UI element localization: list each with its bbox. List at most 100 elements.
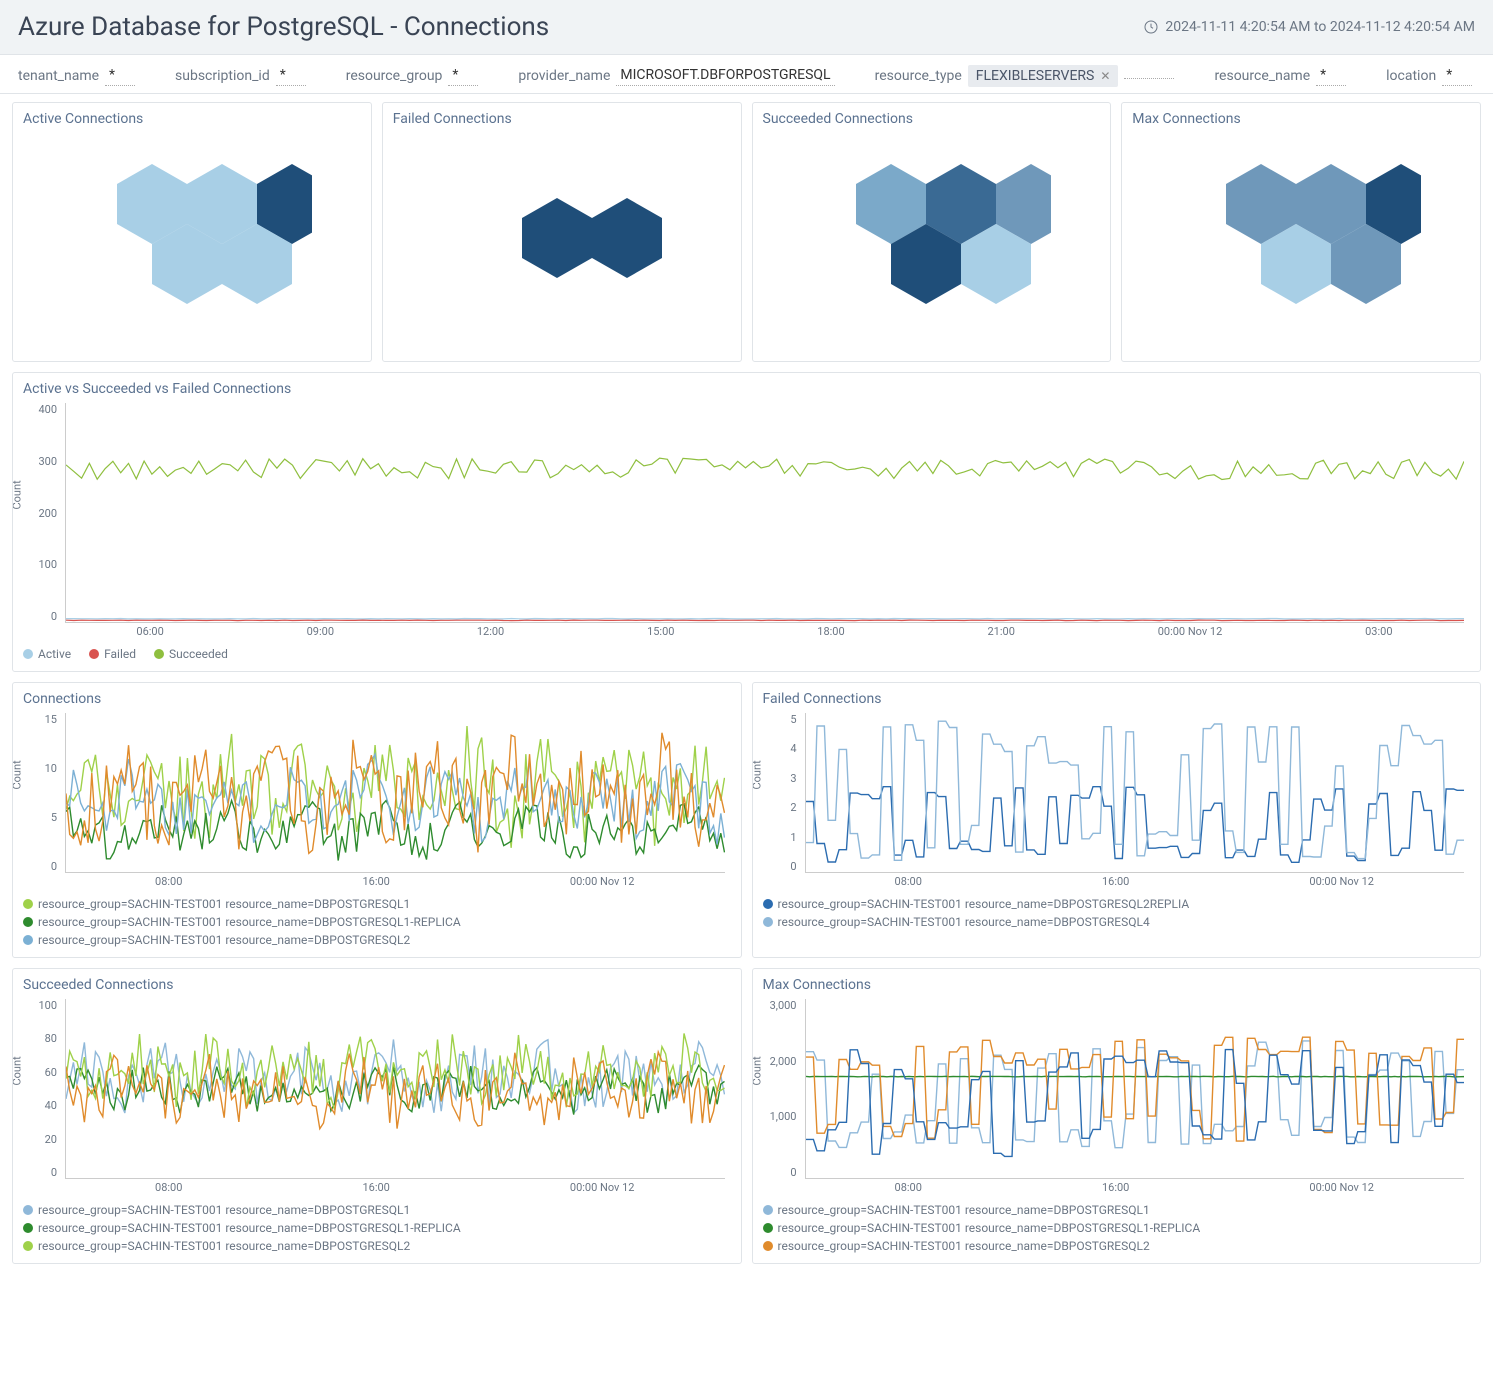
panel-active-connections[interactable]: Active Connections <box>12 102 372 362</box>
chart-legend: resource_group=SACHIN-TEST001 resource_n… <box>23 897 731 947</box>
legend-label: resource_group=SACHIN-TEST001 resource_n… <box>778 1239 1150 1253</box>
plot-area[interactable] <box>805 999 1465 1179</box>
clock-icon <box>1143 19 1159 35</box>
hexgrid-icon <box>1181 143 1421 313</box>
x-axis: 08:0016:0000:00 Nov 12 <box>65 875 725 893</box>
legend-item[interactable]: resource_group=SACHIN-TEST001 resource_n… <box>23 1239 731 1253</box>
panel-title: Connections <box>23 691 731 707</box>
filter-value[interactable]: * <box>1442 65 1472 86</box>
chart-legend: Active Failed Succeeded <box>23 647 1470 661</box>
y-axis: 543210 <box>763 713 801 873</box>
filter-resource-type[interactable]: resource_type FLEXIBLESERVERS ✕ <box>875 65 1175 87</box>
panel-succeeded-connections-chart[interactable]: Succeeded Connections Count 100806040200… <box>12 968 742 1264</box>
filter-value[interactable]: * <box>276 65 306 86</box>
plot-area[interactable] <box>65 403 1464 623</box>
legend-label: resource_group=SACHIN-TEST001 resource_n… <box>38 915 461 929</box>
dashboard-header: Azure Database for PostgreSQL - Connecti… <box>0 0 1493 55</box>
filter-resource-name[interactable]: resource_name * <box>1214 65 1346 86</box>
legend-item[interactable]: resource_group=SACHIN-TEST001 resource_n… <box>23 897 731 911</box>
hex-chart <box>1132 133 1470 323</box>
chart-legend: resource_group=SACHIN-TEST001 resource_n… <box>763 897 1471 929</box>
legend-item[interactable]: resource_group=SACHIN-TEST001 resource_n… <box>763 1221 1471 1235</box>
panel-max-connections[interactable]: Max Connections <box>1121 102 1481 362</box>
y-axis-label: Count <box>12 480 24 509</box>
close-icon[interactable]: ✕ <box>1100 69 1110 83</box>
legend-item[interactable]: resource_group=SACHIN-TEST001 resource_n… <box>23 1203 731 1217</box>
panel-title: Succeeded Connections <box>763 111 1101 127</box>
page-title: Azure Database for PostgreSQL - Connecti… <box>18 12 549 42</box>
panel-title: Active Connections <box>23 111 361 127</box>
filter-value[interactable]: * <box>1316 65 1346 86</box>
legend-dot-icon <box>89 649 99 659</box>
panel-title: Max Connections <box>1132 111 1470 127</box>
panel-title: Failed Connections <box>393 111 731 127</box>
y-axis: 151050 <box>23 713 61 873</box>
panel-failed-connections-chart[interactable]: Failed Connections Count 543210 08:0016:… <box>752 682 1482 958</box>
chart-legend: resource_group=SACHIN-TEST001 resource_n… <box>23 1203 731 1253</box>
legend-label: Failed <box>104 647 136 661</box>
y-axis: 3,0002,0001,0000 <box>763 999 801 1179</box>
filter-provider-name[interactable]: provider_name MICROSOFT.DBFORPOSTGRESQL <box>518 65 834 86</box>
chart-area: Count 4003002001000 06:0009:0012:0015:00… <box>23 403 1470 643</box>
filter-value[interactable]: * <box>448 65 478 86</box>
legend-item[interactable]: Succeeded <box>154 647 228 661</box>
legend-item[interactable]: Active <box>23 647 71 661</box>
y-axis: 100806040200 <box>23 999 61 1179</box>
legend-item[interactable]: Failed <box>89 647 136 661</box>
chart-area: Count 3,0002,0001,0000 08:0016:0000:00 N… <box>763 999 1471 1199</box>
legend-label: resource_group=SACHIN-TEST001 resource_n… <box>38 1221 461 1235</box>
chip-text: FLEXIBLESERVERS <box>976 68 1095 84</box>
panel-title: Failed Connections <box>763 691 1471 707</box>
time-range-text: 2024-11-11 4:20:54 AM to 2024-11-12 4:20… <box>1165 19 1475 35</box>
panel-connections[interactable]: Connections Count 151050 08:0016:0000:00… <box>12 682 742 958</box>
filter-value[interactable]: * <box>105 65 135 86</box>
plot-area[interactable] <box>805 713 1465 873</box>
time-range[interactable]: 2024-11-11 4:20:54 AM to 2024-11-12 4:20… <box>1143 19 1475 35</box>
legend-label: resource_group=SACHIN-TEST001 resource_n… <box>778 915 1150 929</box>
legend-dot-icon <box>23 1241 33 1251</box>
legend-dot-icon <box>763 1241 773 1251</box>
legend-dot-icon <box>763 1223 773 1233</box>
x-axis: 08:0016:0000:00 Nov 12 <box>65 1181 725 1199</box>
filter-location[interactable]: location * <box>1386 65 1472 86</box>
legend-item[interactable]: resource_group=SACHIN-TEST001 resource_n… <box>763 897 1471 911</box>
legend-item[interactable]: resource_group=SACHIN-TEST001 resource_n… <box>23 1221 731 1235</box>
hexgrid-icon <box>72 143 312 313</box>
legend-item[interactable]: resource_group=SACHIN-TEST001 resource_n… <box>763 915 1471 929</box>
panel-active-vs-succeeded-vs-failed[interactable]: Active vs Succeeded vs Failed Connection… <box>12 372 1481 672</box>
filter-extra-input[interactable] <box>1124 74 1174 79</box>
legend-dot-icon <box>23 649 33 659</box>
filter-tenant-name[interactable]: tenant_name * <box>18 65 135 86</box>
legend-item[interactable]: resource_group=SACHIN-TEST001 resource_n… <box>763 1203 1471 1217</box>
x-axis: 08:0016:0000:00 Nov 12 <box>805 875 1465 893</box>
legend-label: resource_group=SACHIN-TEST001 resource_n… <box>778 1221 1201 1235</box>
dashboard-body: Active Connections <box>0 94 1493 1282</box>
legend-label: resource_group=SACHIN-TEST001 resource_n… <box>38 933 410 947</box>
filter-value[interactable]: MICROSOFT.DBFORPOSTGRESQL <box>616 65 834 86</box>
filter-subscription-id[interactable]: subscription_id * <box>175 65 306 86</box>
chart-area: Count 543210 08:0016:0000:00 Nov 12 <box>763 713 1471 893</box>
hex-chart <box>763 133 1101 323</box>
legend-label: resource_group=SACHIN-TEST001 resource_n… <box>38 897 410 911</box>
hex-chart <box>23 133 361 323</box>
panel-succeeded-connections[interactable]: Succeeded Connections <box>752 102 1112 362</box>
plot-area[interactable] <box>65 999 725 1179</box>
legend-label: Active <box>38 647 71 661</box>
legend-item[interactable]: resource_group=SACHIN-TEST001 resource_n… <box>23 933 731 947</box>
legend-label: resource_group=SACHIN-TEST001 resource_n… <box>778 1203 1150 1217</box>
panel-failed-connections[interactable]: Failed Connections <box>382 102 742 362</box>
filter-label: subscription_id <box>175 68 270 84</box>
hex-row: Active Connections <box>12 102 1481 362</box>
filter-chip[interactable]: FLEXIBLESERVERS ✕ <box>968 65 1119 87</box>
panel-max-connections-chart[interactable]: Max Connections Count 3,0002,0001,0000 0… <box>752 968 1482 1264</box>
legend-dot-icon <box>763 1205 773 1215</box>
y-axis-label: Count <box>12 1056 24 1085</box>
legend-dot-icon <box>154 649 164 659</box>
plot-area[interactable] <box>65 713 725 873</box>
filter-label: provider_name <box>518 68 610 84</box>
legend-item[interactable]: resource_group=SACHIN-TEST001 resource_n… <box>23 915 731 929</box>
x-axis: 06:0009:0012:0015:0018:0021:0000:00 Nov … <box>65 625 1464 643</box>
legend-label: resource_group=SACHIN-TEST001 resource_n… <box>38 1239 410 1253</box>
filter-resource-group[interactable]: resource_group * <box>346 65 479 86</box>
legend-item[interactable]: resource_group=SACHIN-TEST001 resource_n… <box>763 1239 1471 1253</box>
